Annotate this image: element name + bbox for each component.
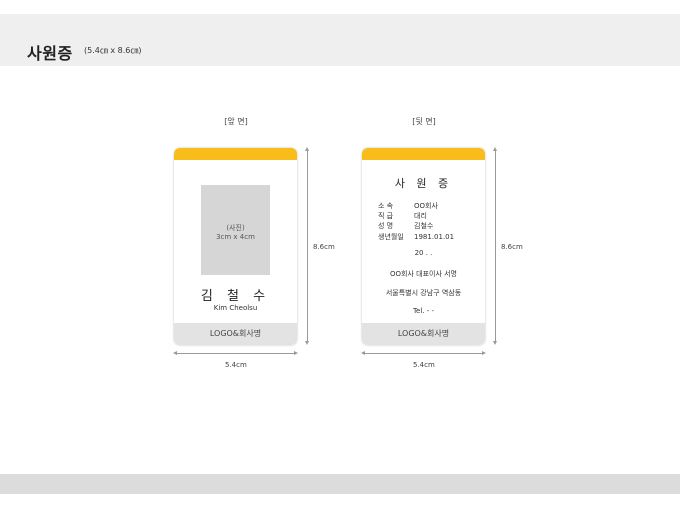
card-footer-logo: LOGO&회사명: [174, 323, 297, 345]
front-width-dimension-line: [176, 353, 295, 354]
card-footer-logo: LOGO&회사명: [362, 323, 485, 345]
front-width-label: 5.4cm: [225, 361, 247, 369]
company-address: 서울특별시 강남구 역삼동: [385, 289, 462, 297]
ceo-signature: OO회사 대표이사 서명: [390, 270, 457, 278]
back-width-label: 5.4cm: [413, 361, 435, 369]
back-side-label: [뒷 면]: [412, 117, 436, 126]
header-band: [0, 14, 680, 66]
page-subtitle: (5.4㎝ x 8.6㎝): [84, 46, 142, 55]
front-height-label: 8.6cm: [313, 243, 335, 251]
id-card-front: (사진) 3cm x 4cm 김 철 수 Kim Cheolsu LOGO&회사…: [174, 148, 297, 345]
field-birthdate: 생년월일 1981.01.01: [378, 232, 454, 242]
id-card-back: 사 원 증 소 속 OO회사 직 급 대리 성 명 김철수 생년월일 1981.01.0…: [362, 148, 485, 345]
page-title: 사원증: [27, 44, 73, 63]
field-label: 성 명: [378, 222, 394, 230]
front-height-dimension-line: [307, 150, 308, 342]
field-value: 1981.01.01: [414, 233, 455, 241]
back-height-label: 8.6cm: [501, 243, 523, 251]
company-tel: Tel. - -: [412, 307, 435, 315]
field-label: 직 급: [378, 212, 394, 220]
back-card-title: 사 원 증: [394, 177, 453, 190]
issue-date: 20 . .: [414, 249, 433, 257]
front-side-label: [앞 면]: [224, 117, 248, 126]
back-height-dimension-line: [495, 150, 496, 342]
arrow-up-icon: [493, 147, 497, 151]
arrow-left-icon: [361, 351, 365, 355]
field-label: 소 속: [378, 202, 394, 210]
back-width-dimension-line: [364, 353, 483, 354]
arrow-down-icon: [493, 341, 497, 345]
field-value: OO회사: [414, 202, 438, 210]
arrow-right-icon: [294, 351, 298, 355]
arrow-right-icon: [482, 351, 486, 355]
card-accent-bar: [174, 148, 297, 160]
field-name: 성 명 김철수: [378, 221, 433, 231]
arrow-down-icon: [305, 341, 309, 345]
field-value: 대리: [414, 212, 427, 220]
card-accent-bar: [362, 148, 485, 160]
arrow-up-icon: [305, 147, 309, 151]
employee-name-en: Kim Cheolsu: [213, 304, 258, 312]
employee-name-ko: 김 철 수: [200, 289, 271, 304]
photo-placeholder: (사진) 3cm x 4cm: [201, 185, 270, 275]
photo-label: (사진): [226, 224, 245, 232]
footer-band: [0, 474, 680, 494]
field-rank: 직 급 대리: [378, 211, 427, 221]
field-label: 생년월일: [378, 233, 404, 241]
field-value: 김철수: [414, 222, 434, 230]
arrow-left-icon: [173, 351, 177, 355]
photo-size: 3cm x 4cm: [216, 233, 255, 241]
field-department: 소 속 OO회사: [378, 201, 438, 211]
